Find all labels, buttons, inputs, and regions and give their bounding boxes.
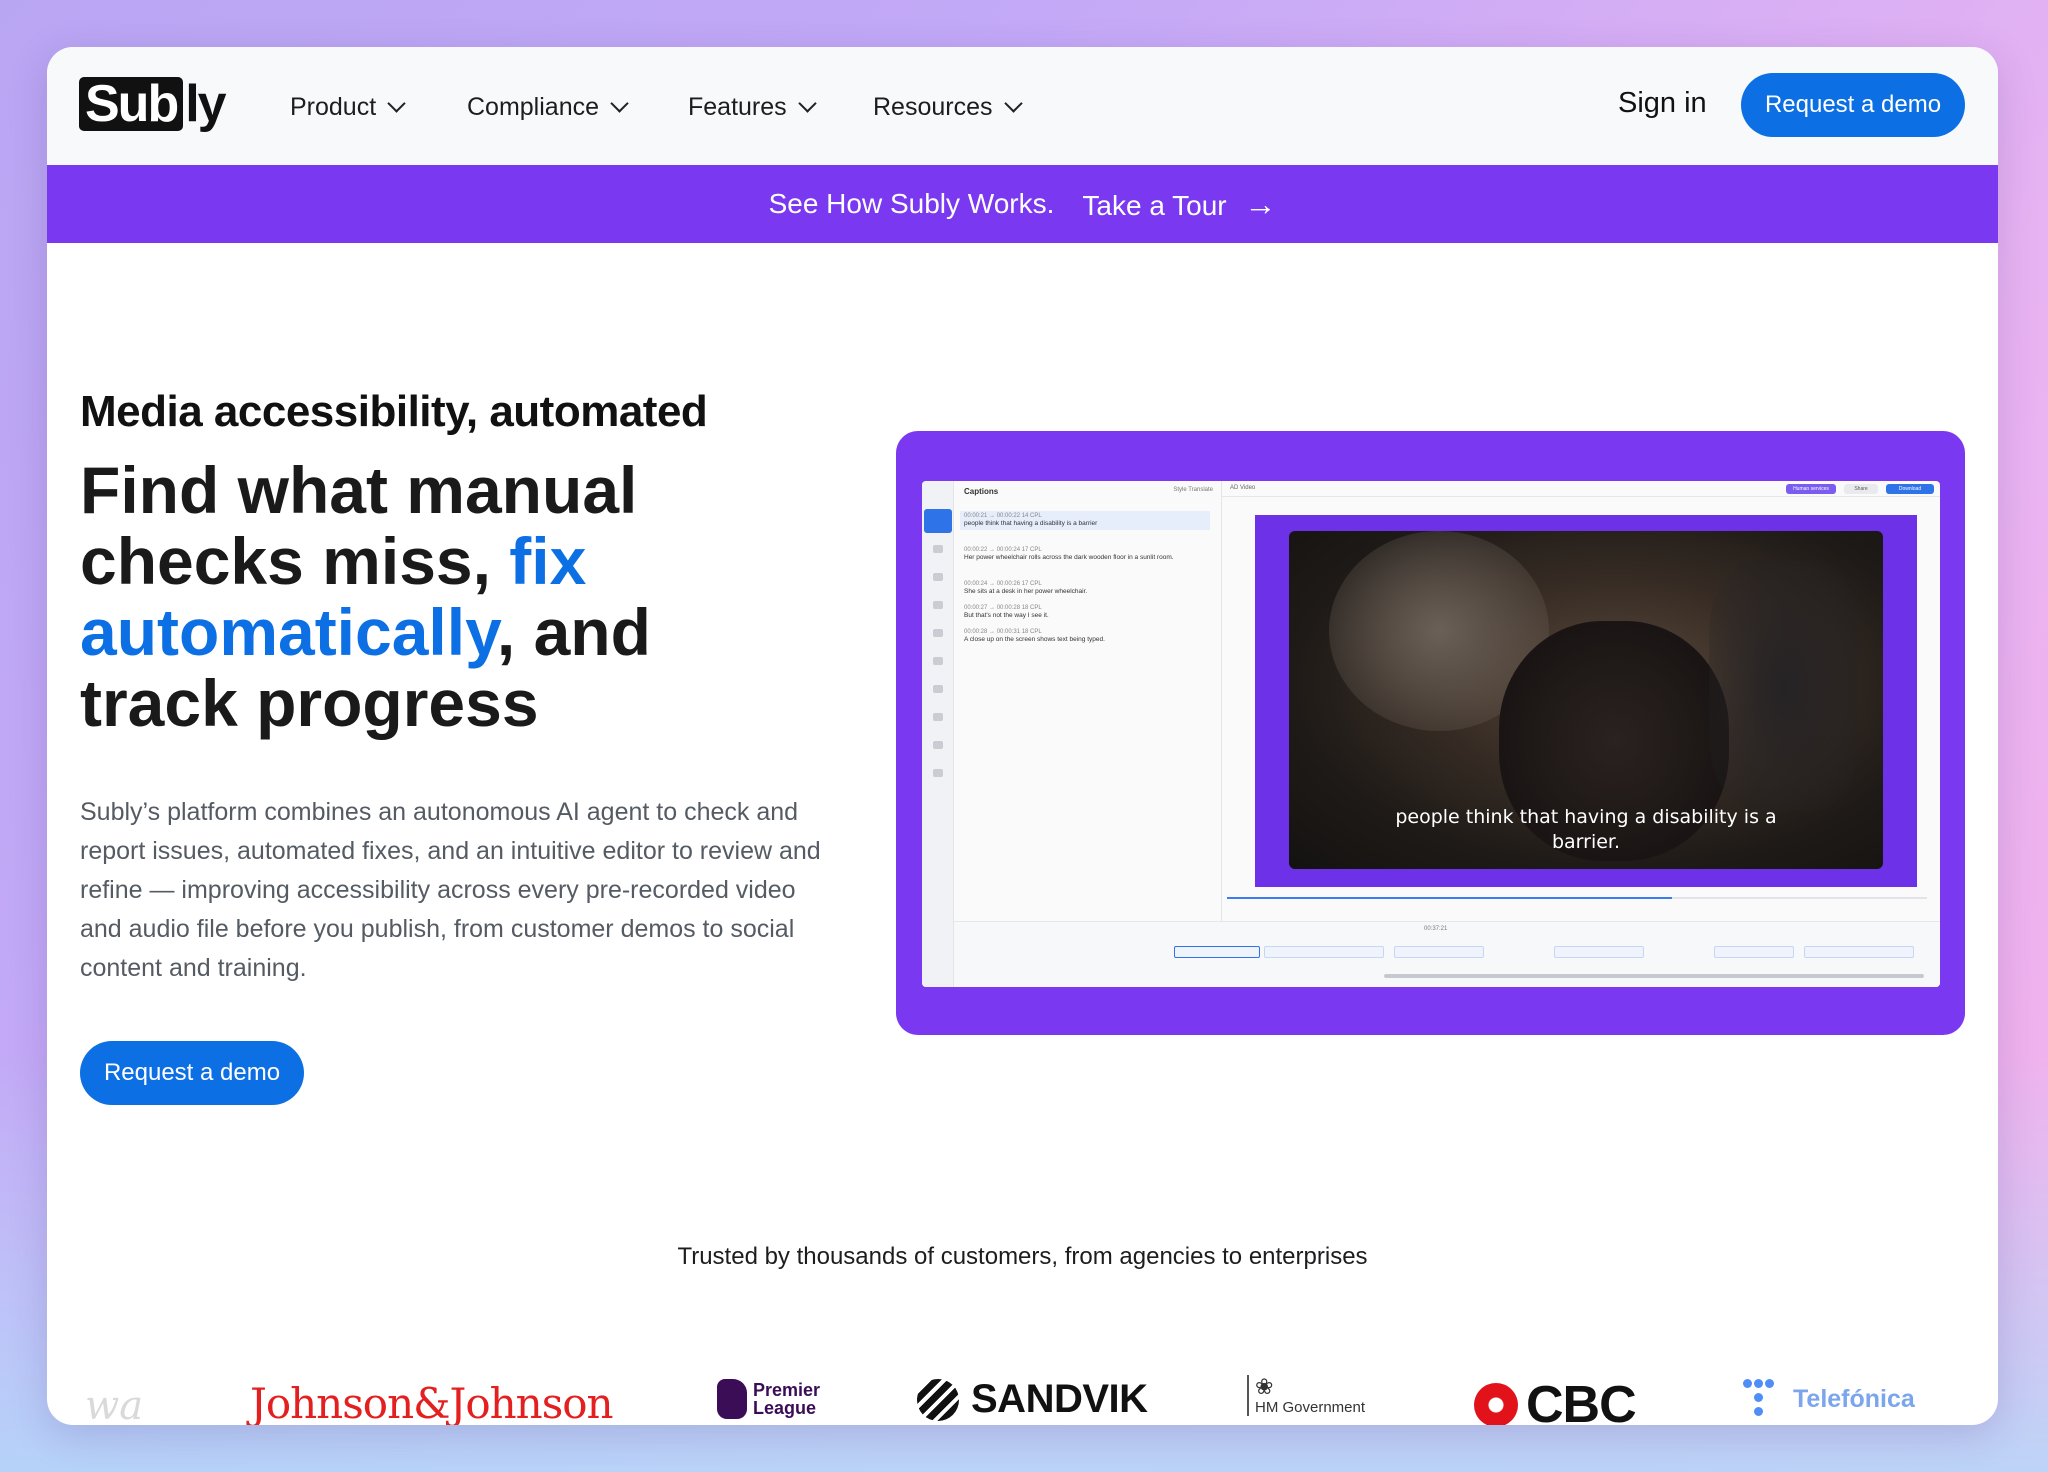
- timeline-clip[interactable]: [1714, 946, 1794, 958]
- descriptions-icon: [933, 573, 943, 581]
- sandvik-logo: SANDVIK: [917, 1377, 1148, 1422]
- product-preview-panel: Captions Style Translate 00:00:21 → 00:0…: [896, 431, 1965, 1035]
- captions-title: Captions: [964, 487, 999, 496]
- subly-logo[interactable]: Sub ly: [79, 75, 227, 133]
- nav-item-features[interactable]: Features: [688, 93, 817, 122]
- download-button[interactable]: Download: [1886, 484, 1934, 494]
- comments-icon: [933, 741, 943, 749]
- subtitle-line: people think that having a disability is…: [1395, 806, 1777, 828]
- cbc-logo: CBC: [1474, 1375, 1637, 1425]
- timeline-clip[interactable]: [1394, 946, 1484, 958]
- sandvik-mark-icon: [917, 1378, 959, 1421]
- premier-league-text: Premier League: [753, 1381, 820, 1417]
- hero-request-demo-button[interactable]: Request a demo: [80, 1041, 304, 1105]
- hm-government-text: HM Government: [1255, 1399, 1366, 1416]
- snippets-icon: [933, 713, 943, 721]
- trusted-heading: Trusted by thousands of customers, from …: [677, 1243, 1368, 1270]
- nav-item-product[interactable]: Product: [290, 93, 406, 122]
- timeline-clip[interactable]: [1554, 946, 1644, 958]
- nav-item-resources[interactable]: Resources: [873, 93, 1023, 122]
- caption-row[interactable]: 00:00:21 → 00:00:22 14 CPL people think …: [960, 511, 1210, 530]
- human-services-button[interactable]: Human services: [1786, 484, 1836, 494]
- nav-item-compliance[interactable]: Compliance: [467, 93, 629, 122]
- hero-headline: Find what manual checks miss, fix automa…: [80, 455, 800, 739]
- timeline-clip[interactable]: [1804, 946, 1914, 958]
- timeline-clip[interactable]: [1174, 946, 1260, 958]
- top-navigation: Sub ly Product Compliance Features Resou…: [47, 47, 1998, 165]
- telefonica-dots-icon: [1743, 1379, 1783, 1419]
- request-demo-button[interactable]: Request a demo: [1741, 73, 1965, 137]
- chevron-down-icon: [610, 94, 629, 113]
- lion-icon: [717, 1379, 747, 1419]
- nav-item-label: Compliance: [467, 93, 600, 121]
- downloads-icon: [933, 769, 943, 777]
- telefonica-text: Telefónica: [1793, 1384, 1915, 1413]
- hm-government-logo: ❀ HM Government: [1247, 1375, 1365, 1416]
- arrow-right-icon: →: [1244, 185, 1277, 222]
- editor-screenshot: Captions Style Translate 00:00:21 → 00:0…: [922, 481, 1940, 987]
- caption-text: Her power wheelchair rolls across the da…: [964, 554, 1174, 561]
- video-toolbar: AD Video Human services Share Download: [1222, 481, 1940, 497]
- chevron-down-icon: [797, 94, 817, 113]
- timeline-time: 00:37:21: [1424, 926, 1448, 932]
- johnson-and-johnson-logo: Johnson&Johnson: [250, 1379, 614, 1425]
- caption-row[interactable]: 00:00:24 → 00:00:26 17 CPL She sits at a…: [960, 579, 1210, 598]
- video-subtitle: people think that having a disability is…: [1289, 805, 1883, 855]
- summary-icon: [933, 629, 943, 637]
- crest-icon: ❀: [1255, 1374, 1274, 1399]
- caption-text: A close up on the screen shows text bein…: [964, 636, 1105, 643]
- telefonica-logo: Telefónica: [1743, 1379, 1915, 1419]
- caption-text: She sits at a desk in her power wheelcha…: [964, 588, 1088, 595]
- banner-text: See How Subly Works.: [768, 188, 1055, 219]
- logo-box-text: Sub: [79, 77, 184, 131]
- captions-panel: Captions Style Translate 00:00:21 → 00:0…: [954, 481, 1222, 987]
- nav-item-label: Features: [688, 93, 787, 121]
- sandvik-text: SANDVIK: [971, 1377, 1148, 1421]
- take-tour-label: Take a Tour: [1082, 189, 1227, 221]
- cbc-text: CBC: [1526, 1376, 1637, 1425]
- caption-text: people think that having a disability is…: [964, 520, 1098, 527]
- video-label: AD Video: [1230, 485, 1256, 491]
- transcription-icon: [933, 545, 943, 553]
- hero-description: Subly’s platform combines an autonomous …: [80, 798, 821, 982]
- take-tour-link[interactable]: Take a Tour →: [1082, 186, 1276, 223]
- elements-icon: [933, 685, 943, 693]
- caption-text: But that's not the way I see it.: [964, 612, 1049, 619]
- chevron-down-icon: [1003, 94, 1023, 113]
- hero-eyebrow: Media accessibility, automated: [80, 387, 708, 436]
- text-icon: [933, 657, 943, 665]
- wa-logo: wa: [85, 1383, 144, 1425]
- video-scrubber[interactable]: [1227, 897, 1927, 899]
- nav-item-label: Resources: [873, 93, 993, 121]
- video-frame: people think that having a disability is…: [1255, 515, 1917, 887]
- subtitle-line: barrier.: [1551, 831, 1621, 853]
- editor-timeline: 00:37:21: [954, 921, 1940, 987]
- caption-row[interactable]: 00:00:28 → 00:00:31 18 CPL A close up on…: [960, 627, 1210, 646]
- video-scene-shape: [1709, 561, 1859, 811]
- captions-tools[interactable]: Style Translate: [1173, 487, 1213, 493]
- league-text: League: [753, 1398, 817, 1418]
- scrubber-progress: [1227, 897, 1672, 899]
- logo-rest-text: ly: [185, 75, 226, 133]
- editor-sidebar: [922, 481, 954, 987]
- share-button[interactable]: Share: [1844, 484, 1878, 494]
- captions-tab-icon: [924, 509, 952, 533]
- nav-item-label: Product: [290, 93, 377, 121]
- sign-in-link[interactable]: Sign in: [1618, 87, 1707, 120]
- video-player[interactable]: people think that having a disability is…: [1289, 531, 1883, 869]
- premier-league-logo: Premier League: [717, 1379, 820, 1419]
- timeline-scrollbar[interactable]: [1384, 974, 1924, 978]
- tour-banner: See How Subly Works. Take a Tour →: [47, 165, 1998, 243]
- caption-row[interactable]: 00:00:22 → 00:00:24 17 CPL Her power whe…: [960, 545, 1210, 564]
- chevron-down-icon: [387, 94, 406, 113]
- caption-row[interactable]: 00:00:27 → 00:00:28 18 CPL But that's no…: [960, 603, 1210, 622]
- audio-icon: [933, 601, 943, 609]
- browser-window: Sub ly Product Compliance Features Resou…: [47, 47, 1998, 1425]
- premier-text: Premier: [753, 1380, 821, 1400]
- cbc-gem-icon: [1474, 1383, 1518, 1425]
- customer-logos: wa Johnson&Johnson Premier League SANDVI…: [47, 1361, 1998, 1425]
- timeline-clip[interactable]: [1264, 946, 1384, 958]
